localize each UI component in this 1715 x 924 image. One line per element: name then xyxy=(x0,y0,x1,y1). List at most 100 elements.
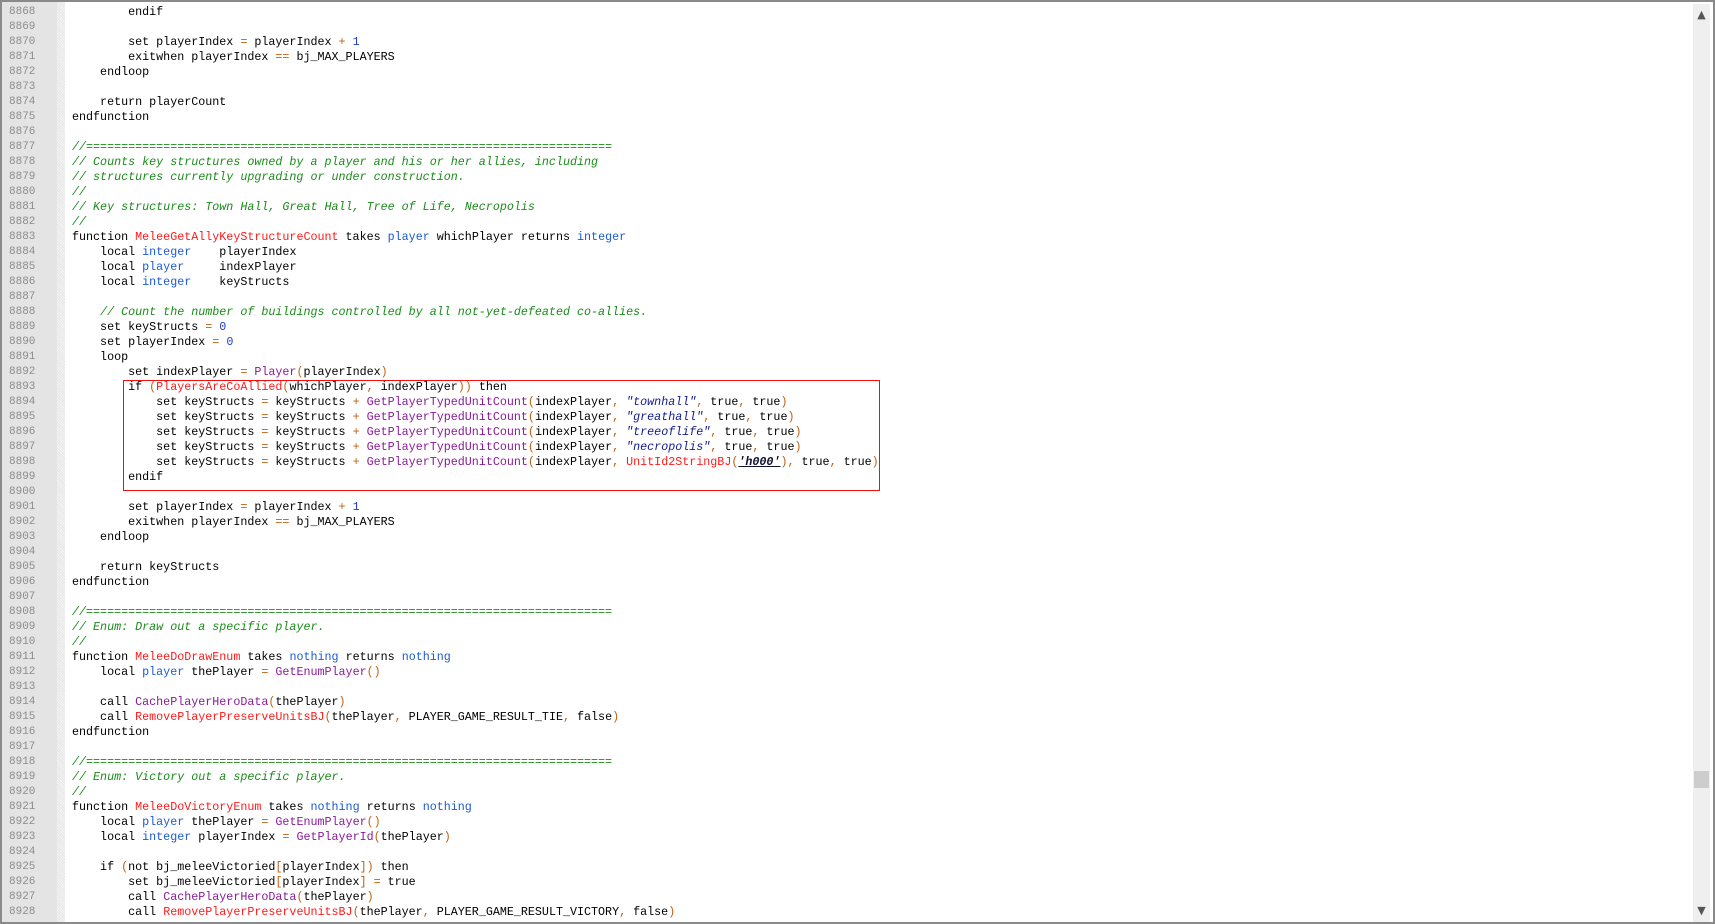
code-line[interactable]: 8899 endif xyxy=(2,470,1691,485)
code-line[interactable]: 8912 local player thePlayer = GetEnumPla… xyxy=(2,665,1691,680)
line-number: 8896 xyxy=(9,426,36,438)
native-function: GetPlayerTypedUnitCount xyxy=(366,425,528,439)
code-line[interactable]: 8904 xyxy=(2,545,1691,560)
code-line[interactable]: 8923 local integer playerIndex = GetPlay… xyxy=(2,830,1691,845)
code-line[interactable]: 8915 call RemovePlayerPreserveUnitsBJ(th… xyxy=(2,710,1691,725)
code-content: if (PlayersAreCoAllied(whichPlayer, inde… xyxy=(72,380,507,395)
code-line[interactable]: 8903 endloop xyxy=(2,530,1691,545)
code-line[interactable]: 8889 set keyStructs = 0 xyxy=(2,320,1691,335)
code-line[interactable]: 8911 function MeleeDoDrawEnum takes nothi… xyxy=(2,650,1691,665)
code-line[interactable]: 8868 endif xyxy=(2,5,1691,20)
code-line[interactable]: 8876 xyxy=(2,125,1691,140)
code-line[interactable]: 8877 //==================================… xyxy=(2,140,1691,155)
line-number: 8922 xyxy=(9,816,36,828)
code-content: // xyxy=(72,215,86,230)
code-line[interactable]: 8884 local integer playerIndex xyxy=(2,245,1691,260)
code-line[interactable]: 8891 loop xyxy=(2,350,1691,365)
code-line[interactable]: 8874 return playerCount xyxy=(2,95,1691,110)
vertical-scrollbar[interactable]: ▲ ▼ xyxy=(1693,4,1710,922)
chevron-up-icon[interactable]: ▲ xyxy=(1693,7,1710,23)
code-line[interactable]: 8875 endfunction xyxy=(2,110,1691,125)
code-line[interactable]: 8898 set keyStructs = keyStructs + GetPl… xyxy=(2,455,1691,470)
code-line[interactable]: 8906 endfunction xyxy=(2,575,1691,590)
type-keyword: nothing xyxy=(401,650,451,664)
code-text: true xyxy=(759,440,795,454)
code-line[interactable]: 8908 //==================================… xyxy=(2,605,1691,620)
line-number: 8928 xyxy=(9,906,36,918)
code-line[interactable]: 8887 xyxy=(2,290,1691,305)
code-line[interactable]: 8894 set keyStructs = keyStructs + GetPl… xyxy=(2,395,1691,410)
code-line[interactable]: 8910 // xyxy=(2,635,1691,650)
operator: )) xyxy=(457,380,472,394)
type-keyword: integer xyxy=(577,230,627,244)
operator: ( xyxy=(352,905,360,919)
code-text: local xyxy=(72,245,143,259)
code-line[interactable]: 8924 xyxy=(2,845,1691,860)
code-line[interactable]: 8920 // xyxy=(2,785,1691,800)
code-text: function xyxy=(72,800,136,814)
chevron-down-icon[interactable]: ▼ xyxy=(1693,903,1710,919)
code-line[interactable]: 8921 function MeleeDoVictoryEnum takes no… xyxy=(2,800,1691,815)
code-line[interactable]: 8919 // Enum: Victory out a specific play… xyxy=(2,770,1691,785)
code-line[interactable]: 8879 // structures currently upgrading or… xyxy=(2,170,1691,185)
native-function: CachePlayerHeroData xyxy=(135,695,269,709)
code-line[interactable]: 8917 xyxy=(2,740,1691,755)
code-line[interactable]: 8914 call CachePlayerHeroData(thePlayer) xyxy=(2,695,1691,710)
code-line[interactable]: 8926 set bj_meleeVictoried[playerIndex] … xyxy=(2,875,1691,890)
native-function: GetEnumPlayer xyxy=(275,815,367,829)
code-content: endloop xyxy=(72,65,149,80)
code-content: exitwhen playerIndex == bj_MAX_PLAYERS xyxy=(72,50,395,65)
code-line[interactable]: 8880 // xyxy=(2,185,1691,200)
code-text: false xyxy=(570,710,613,724)
code-line[interactable]: 8913 xyxy=(2,680,1691,695)
native-function: Player xyxy=(254,365,297,379)
line-number: 8879 xyxy=(9,171,36,183)
code-line[interactable]: 8888 // Count the number of buildings co… xyxy=(2,305,1691,320)
code-line[interactable]: 8878 // Counts key structures owned by a … xyxy=(2,155,1691,170)
code-line[interactable]: 8928 call RemovePlayerPreserveUnitsBJ(th… xyxy=(2,905,1691,920)
code-text: playerIndex xyxy=(191,245,297,259)
code-line[interactable]: 8870 set playerIndex = playerIndex + 1 xyxy=(2,35,1691,50)
type-keyword: nothing xyxy=(422,800,472,814)
code-line[interactable]: 8871 exitwhen playerIndex == bj_MAX_PLAY… xyxy=(2,50,1691,65)
code-line[interactable]: 8886 local integer keyStructs xyxy=(2,275,1691,290)
code-line[interactable]: 8905 return keyStructs xyxy=(2,560,1691,575)
code-line[interactable]: 8873 xyxy=(2,80,1691,95)
operator: ) xyxy=(443,830,451,844)
code-line[interactable]: 8909 // Enum: Draw out a specific player. xyxy=(2,620,1691,635)
code-line[interactable]: 8901 set playerIndex = playerIndex + 1 xyxy=(2,500,1691,515)
code-line[interactable]: 8900 xyxy=(2,485,1691,500)
code-line[interactable]: 8922 local player thePlayer = GetEnumPla… xyxy=(2,815,1691,830)
code-line[interactable]: 8883 function MeleeGetAllyKeyStructureCou… xyxy=(2,230,1691,245)
code-line[interactable]: 8925 if (not bj_meleeVictoried[playerInd… xyxy=(2,860,1691,875)
operator: , xyxy=(394,710,402,724)
code-content: endif xyxy=(72,470,163,485)
code-line[interactable]: 8916 endfunction xyxy=(2,725,1691,740)
line-number: 8885 xyxy=(9,261,36,273)
line-number: 8898 xyxy=(9,456,36,468)
type-keyword: player xyxy=(142,665,185,679)
code-line[interactable]: 8893 if (PlayersAreCoAllied(whichPlayer,… xyxy=(2,380,1691,395)
code-text: if xyxy=(72,860,122,874)
code-line[interactable]: 8907 xyxy=(2,590,1691,605)
comment: //======================================… xyxy=(72,755,613,769)
code-line[interactable]: 8895 set keyStructs = keyStructs + GetPl… xyxy=(2,410,1691,425)
line-number: 8905 xyxy=(9,561,36,573)
code-line[interactable]: 8902 exitwhen playerIndex == bj_MAX_PLAY… xyxy=(2,515,1691,530)
code-line[interactable]: 8892 set indexPlayer = Player(playerInde… xyxy=(2,365,1691,380)
code-line[interactable]: 8882 // xyxy=(2,215,1691,230)
code-line[interactable]: 8896 set keyStructs = keyStructs + GetPl… xyxy=(2,425,1691,440)
code-editor[interactable]: 8868 endif 8869 8870 set playerIndex = pla… xyxy=(0,0,1715,924)
code-area[interactable]: 8868 endif 8869 8870 set playerIndex = pla… xyxy=(2,5,1691,920)
code-line[interactable]: 8885 local player indexPlayer xyxy=(2,260,1691,275)
code-line[interactable]: 8927 call CachePlayerHeroData(thePlayer) xyxy=(2,890,1691,905)
code-line[interactable]: 8872 endloop xyxy=(2,65,1691,80)
code-line[interactable]: 8897 set keyStructs = keyStructs + GetPl… xyxy=(2,440,1691,455)
line-number: 8909 xyxy=(9,621,36,633)
scrollbar-thumb[interactable] xyxy=(1694,771,1709,788)
code-line[interactable]: 8918 //==================================… xyxy=(2,755,1691,770)
code-line[interactable]: 8890 set playerIndex = 0 xyxy=(2,335,1691,350)
code-line[interactable]: 8881 // Key structures: Town Hall, Great … xyxy=(2,200,1691,215)
code-line[interactable]: 8869 xyxy=(2,20,1691,35)
